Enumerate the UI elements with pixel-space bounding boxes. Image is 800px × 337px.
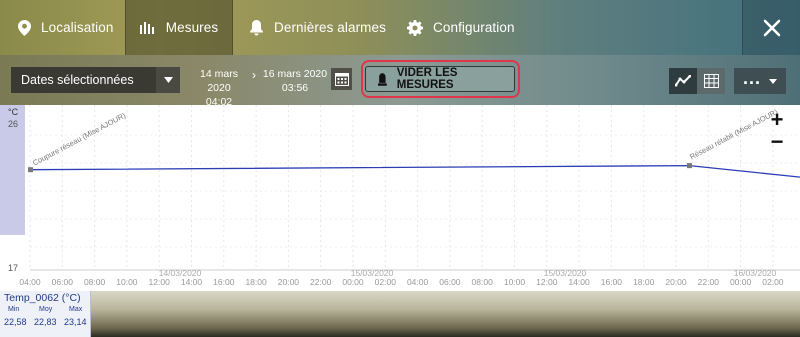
line-chart: 04:00 06:00 08:00 10:00 12:00 14:00 16:00 18:00… bbox=[19, 105, 800, 287]
x-tick-label: 08:00 bbox=[84, 277, 106, 287]
x-tick-label: 04:00 bbox=[19, 277, 41, 287]
tab-label: Dernières alarmes bbox=[274, 20, 386, 35]
date-range-select[interactable]: Dates sélectionnées bbox=[11, 67, 180, 93]
annotation-label: Coupure réseau (Mise AJOUR) bbox=[31, 111, 127, 168]
chevron-down-icon bbox=[769, 78, 777, 84]
vider-mesures-button[interactable]: VIDER LES MESURES bbox=[365, 66, 515, 92]
max-label: Max bbox=[69, 306, 83, 313]
bar-chart-icon bbox=[139, 22, 154, 34]
x-tick-label: 20:00 bbox=[665, 277, 687, 287]
table-view-button[interactable] bbox=[697, 68, 725, 94]
line-chart-icon bbox=[675, 75, 691, 87]
x-tick-label: 14:00 bbox=[568, 277, 590, 287]
x-tick-label: 06:00 bbox=[439, 277, 461, 287]
date-label: 15/03/2020 bbox=[351, 268, 394, 278]
top-nav: Localisation Mesures Dernières alarmes C… bbox=[0, 0, 800, 55]
moy-label: Moy bbox=[39, 306, 53, 313]
x-tick-label: 14:00 bbox=[181, 277, 203, 287]
x-tick-label: 10:00 bbox=[504, 277, 526, 287]
close-icon bbox=[763, 19, 781, 36]
gear-icon bbox=[407, 19, 423, 36]
x-tick-label: 20:00 bbox=[278, 277, 300, 287]
end-date[interactable]: 16 mars 2020 03:56 bbox=[262, 67, 328, 95]
start-date[interactable]: 14 mars 2020 04:02 bbox=[188, 67, 250, 109]
tab-configuration[interactable]: Configuration bbox=[407, 0, 515, 55]
more-label: ... bbox=[742, 67, 761, 88]
min-label: Min bbox=[8, 306, 20, 313]
more-options-button[interactable]: ... bbox=[734, 68, 786, 94]
location-pin-icon bbox=[18, 19, 31, 36]
series-name: Temp_0062 (°C) bbox=[4, 292, 81, 304]
max-value: 23,14 bbox=[64, 317, 87, 327]
calendar-button[interactable] bbox=[331, 68, 352, 90]
date-label: 16/03/2020 bbox=[734, 268, 777, 278]
x-tick-label: 04:00 bbox=[407, 277, 429, 287]
x-tick-label: 22:00 bbox=[310, 277, 332, 287]
x-tick-label: 00:00 bbox=[730, 277, 752, 287]
zoom-out-button[interactable]: − bbox=[767, 129, 787, 155]
tab-localisation[interactable]: Localisation bbox=[18, 0, 114, 55]
x-tick-label: 16:00 bbox=[601, 277, 623, 287]
table-icon bbox=[703, 74, 719, 88]
x-tick-label: 08:00 bbox=[472, 277, 494, 287]
x-tick-label: 18:00 bbox=[245, 277, 267, 287]
tab-mesures[interactable]: Mesures bbox=[125, 0, 233, 55]
x-tick-label: 12:00 bbox=[149, 277, 171, 287]
tab-label: Mesures bbox=[165, 20, 219, 35]
background-strip bbox=[0, 291, 800, 337]
x-tick-label: 06:00 bbox=[52, 277, 74, 287]
tab-dernieres-alarmes[interactable]: Dernières alarmes bbox=[249, 0, 386, 55]
tab-label: Configuration bbox=[433, 20, 515, 35]
vider-label: VIDER LES MESURES bbox=[396, 67, 458, 91]
annotation-marker bbox=[28, 167, 34, 173]
x-tick-label: 12:00 bbox=[536, 277, 558, 287]
min-value: 22,58 bbox=[4, 317, 27, 327]
x-tick-label: 00:00 bbox=[342, 277, 364, 287]
x-tick-label: 10:00 bbox=[116, 277, 138, 287]
calendar-icon bbox=[334, 73, 349, 86]
bell-icon bbox=[250, 19, 263, 35]
start-date-value: 14 mars 2020 bbox=[200, 68, 238, 94]
end-time-value: 03:56 bbox=[281, 82, 309, 94]
annotation-marker bbox=[686, 163, 692, 169]
tab-label: Localisation bbox=[41, 20, 114, 35]
x-tick-label: 16:00 bbox=[213, 277, 235, 287]
close-button[interactable] bbox=[742, 0, 800, 55]
x-tick-label: 22:00 bbox=[698, 277, 720, 287]
date-select-label: Dates sélectionnées bbox=[21, 73, 134, 87]
chevron-down-icon bbox=[156, 67, 180, 93]
date-label: 14/03/2020 bbox=[159, 268, 202, 278]
moy-value: 22,83 bbox=[34, 317, 57, 327]
series-stats-panel: Temp_0062 (°C) Min Moy Max 22,58 22,83 2… bbox=[0, 291, 91, 337]
end-date-value: 16 mars 2020 bbox=[262, 68, 328, 80]
annotation-label: Réseau rétabli (Mise AJOUR) bbox=[688, 107, 780, 161]
date-label: 15/03/2020 bbox=[544, 268, 587, 278]
x-tick-label: 02:00 bbox=[762, 277, 784, 287]
arrow-right-icon: › bbox=[252, 68, 256, 82]
series-line bbox=[30, 164, 800, 178]
x-tick-label: 02:00 bbox=[375, 277, 397, 287]
x-tick-label: 18:00 bbox=[633, 277, 655, 287]
eraser-icon bbox=[378, 72, 387, 86]
line-view-button[interactable] bbox=[669, 68, 697, 94]
